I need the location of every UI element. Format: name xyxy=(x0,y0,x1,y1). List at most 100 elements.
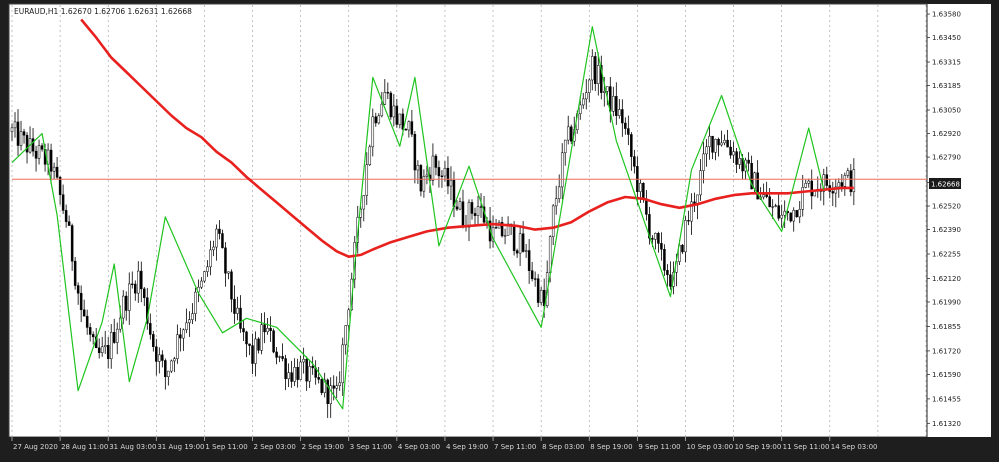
candle-body xyxy=(176,334,179,359)
candle-body xyxy=(521,233,525,252)
candle-body xyxy=(61,194,65,211)
price-tick-label: 1.63185 xyxy=(932,82,961,90)
candle-body xyxy=(383,92,387,105)
candle-body xyxy=(137,270,140,294)
candle-body xyxy=(392,105,396,118)
candle-body xyxy=(687,220,690,222)
time-tick-label: 3 Sep 11:00 xyxy=(350,443,392,451)
candle-body xyxy=(362,195,366,210)
candle-body xyxy=(386,92,390,94)
candle-body xyxy=(846,170,850,176)
time-tick-label: 2 Sep 03:00 xyxy=(254,443,296,451)
price-tick-label: 1.62255 xyxy=(932,251,961,259)
candle-body xyxy=(612,96,615,112)
candle-body xyxy=(630,134,633,157)
price-tick-label: 1.62920 xyxy=(932,130,961,138)
candle-body xyxy=(413,134,417,171)
chart-title: EURAUD,H1 1.62670 1.62706 1.62631 1.6266… xyxy=(14,7,192,16)
candle-body xyxy=(642,182,645,200)
price-tick-label: 1.63580 xyxy=(932,11,961,19)
candle-body xyxy=(209,249,212,268)
candle-body xyxy=(31,138,35,152)
candle-body xyxy=(19,131,23,146)
candle-body xyxy=(320,379,323,393)
candle-body xyxy=(419,165,423,192)
candle-body xyxy=(365,164,369,196)
candle-body xyxy=(774,205,777,207)
candle-body xyxy=(167,370,170,378)
candle-body xyxy=(503,235,507,237)
candle-body xyxy=(140,270,143,290)
candle-body xyxy=(257,338,260,351)
candle-body xyxy=(515,250,519,254)
price-tick-label: 1.61320 xyxy=(932,420,961,428)
candle-body xyxy=(657,233,660,244)
candle-body xyxy=(305,359,308,382)
price-tick-label: 1.63450 xyxy=(932,34,961,42)
candle-body xyxy=(431,155,435,181)
candle-body xyxy=(512,226,516,251)
candle-body xyxy=(738,158,741,165)
candle-body xyxy=(182,329,185,339)
candle-body xyxy=(230,271,233,300)
candle-body xyxy=(585,92,588,100)
candle-body xyxy=(455,206,459,210)
candle-body xyxy=(603,91,606,93)
chart-window[interactable]: 1.63580 1.63450 1.63315 1.63185 1.63050 1.629… xyxy=(0,0,999,462)
candle-body xyxy=(711,135,714,153)
candle-body xyxy=(344,325,347,346)
price-tick-label: 1.61720 xyxy=(932,347,961,355)
price-chart[interactable]: 1.63580 1.63450 1.63315 1.63185 1.63050 1.629… xyxy=(0,0,999,462)
candle-body xyxy=(76,285,80,294)
candle-body xyxy=(215,228,218,248)
candle-body xyxy=(810,180,813,197)
candle-body xyxy=(530,270,534,279)
candle-body xyxy=(34,150,38,159)
time-tick-label: 11 Sep 11:00 xyxy=(783,443,830,451)
candle-body xyxy=(768,196,771,208)
candle-body xyxy=(248,343,251,346)
time-tick-label: 31 Aug 03:00 xyxy=(109,443,156,451)
candle-body xyxy=(666,270,669,276)
candle-body xyxy=(765,194,768,197)
price-tick-label: 1.61855 xyxy=(932,323,961,331)
candle-body xyxy=(699,170,702,196)
candle-body xyxy=(67,221,71,226)
candle-body xyxy=(591,56,594,81)
candle-body xyxy=(582,98,585,106)
price-tick-label: 1.62120 xyxy=(932,275,961,283)
candle-body xyxy=(341,344,344,384)
candle-body xyxy=(753,172,756,190)
candle-body xyxy=(254,338,257,364)
candle-body xyxy=(425,174,429,177)
price-tick-label: 1.62520 xyxy=(932,203,961,211)
candle-body xyxy=(443,167,447,177)
time-tick-label: 4 Sep 19:00 xyxy=(446,443,488,451)
candle-body xyxy=(329,385,332,404)
candle-body xyxy=(524,250,528,252)
candle-body xyxy=(771,206,774,208)
candle-body xyxy=(395,105,399,125)
candle-body xyxy=(191,313,194,320)
time-tick-label: 14 Sep 03:00 xyxy=(831,443,878,451)
candle-body xyxy=(566,126,570,141)
candle-body xyxy=(416,165,420,171)
candle-body xyxy=(840,182,844,187)
candle-body xyxy=(134,283,137,294)
candle-body xyxy=(618,109,621,116)
time-tick-label: 10 Sep 03:00 xyxy=(686,443,733,451)
candle-body xyxy=(533,278,537,280)
candle-body xyxy=(185,322,188,331)
candle-body xyxy=(128,283,131,311)
candle-body xyxy=(588,79,591,93)
candle-body xyxy=(783,210,786,216)
candle-body xyxy=(449,179,453,187)
candle-body xyxy=(221,233,224,249)
candle-body xyxy=(473,213,477,216)
candle-body xyxy=(112,332,116,343)
candle-body xyxy=(278,356,281,358)
candle-body xyxy=(735,151,738,165)
candle-body xyxy=(563,139,567,154)
time-tick-label: 7 Sep 11:00 xyxy=(494,443,536,451)
candle-body xyxy=(624,122,627,129)
